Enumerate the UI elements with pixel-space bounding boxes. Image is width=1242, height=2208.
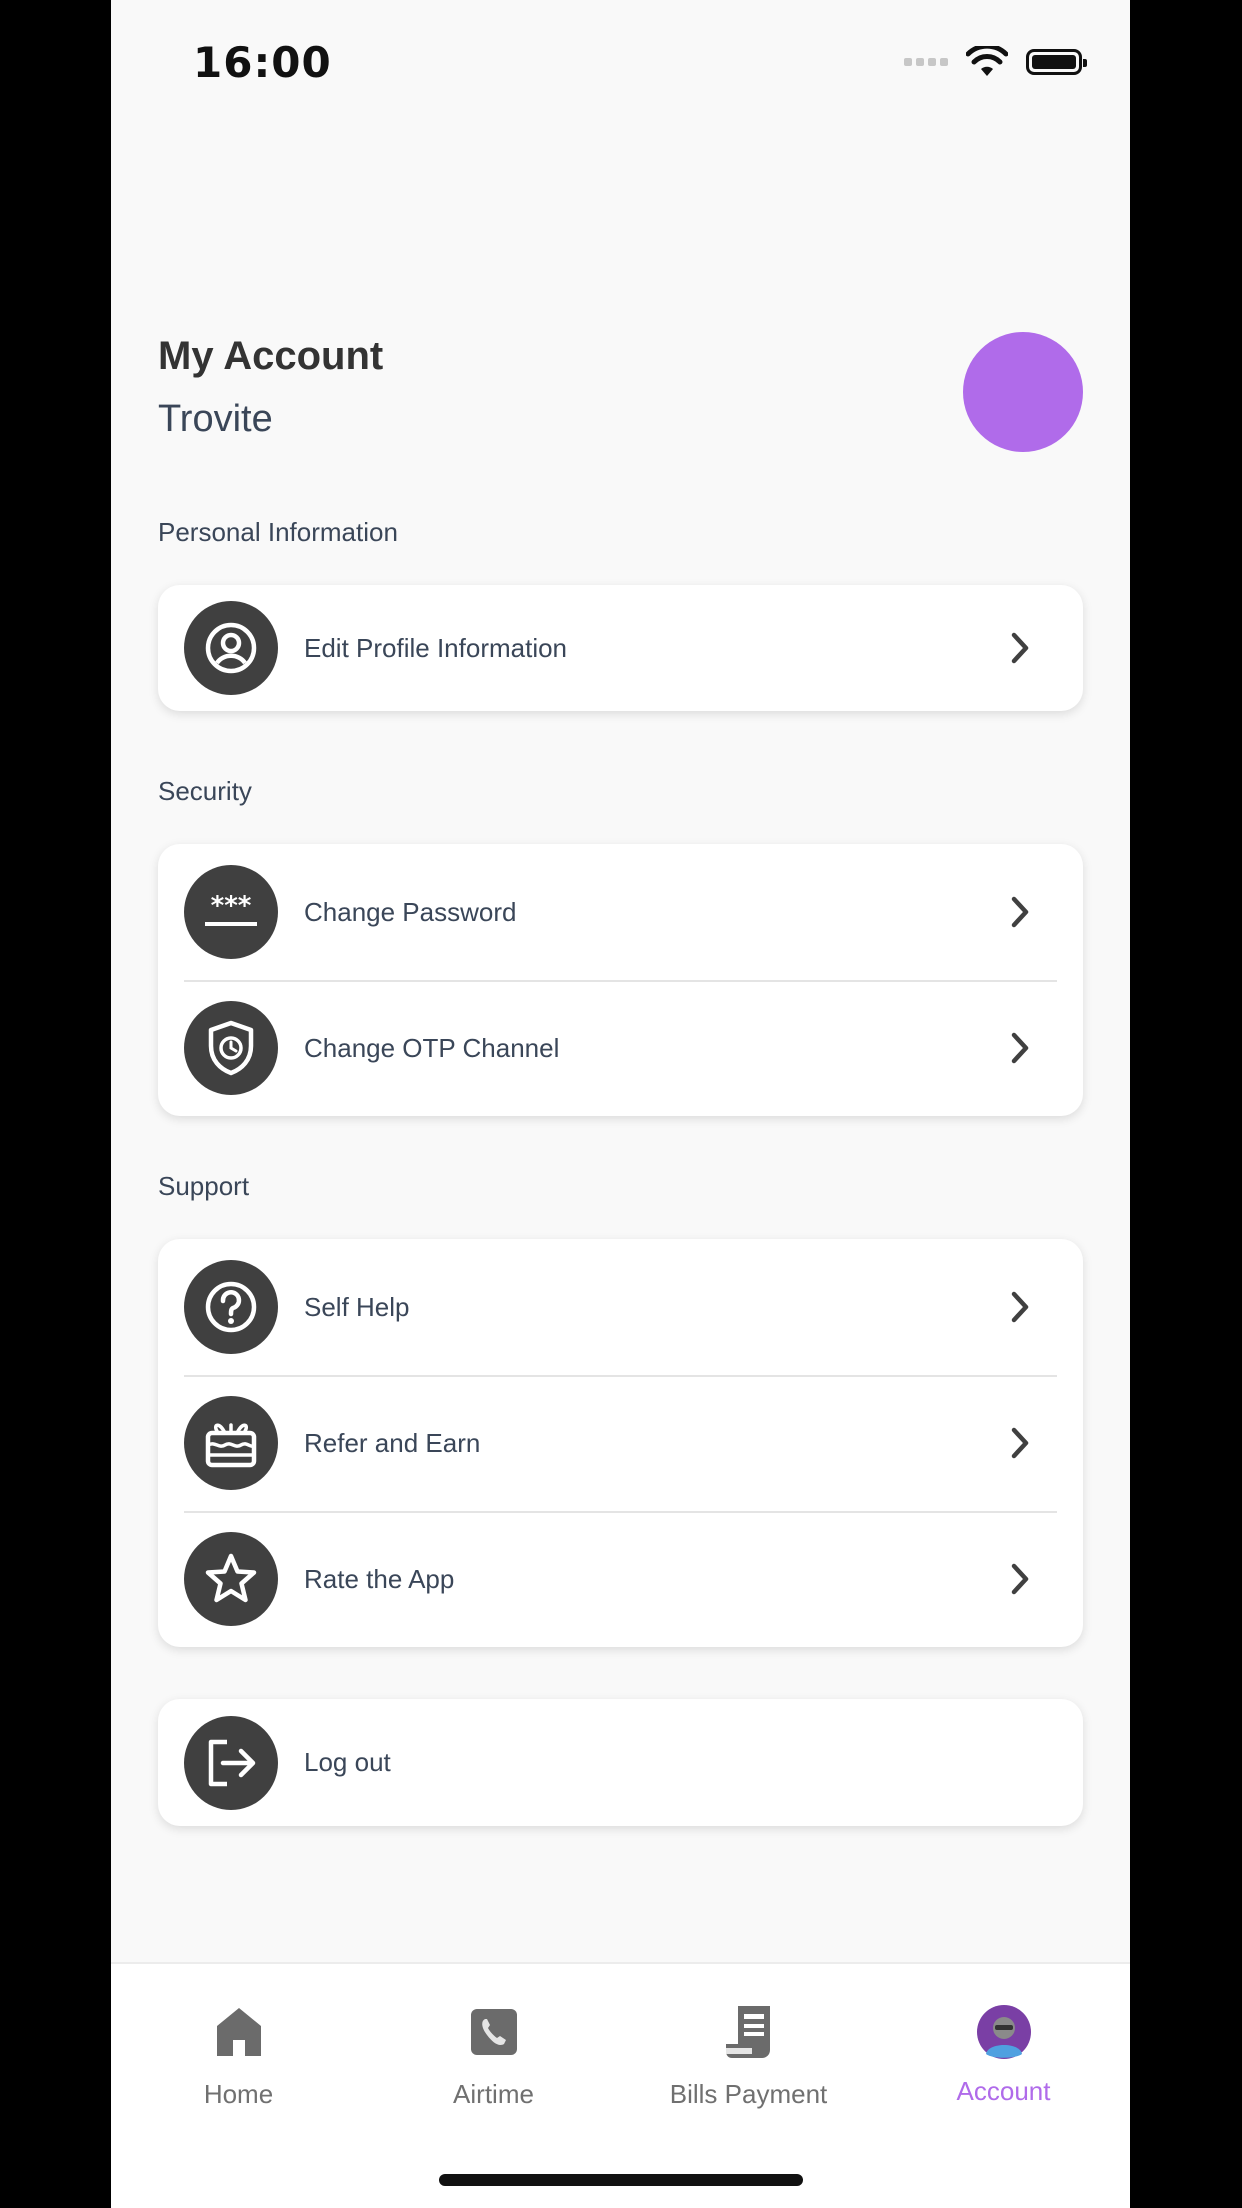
row-label: Change Password: [304, 896, 517, 927]
section-label-personal: Personal Information: [158, 517, 398, 547]
status-bar: 16:00: [111, 0, 1130, 130]
rate-app-row[interactable]: Rate the App: [158, 1511, 1083, 1647]
home-icon: [209, 2002, 269, 2062]
phone-icon: [464, 2002, 524, 2062]
chevron-right-icon: [1005, 1563, 1035, 1595]
svg-text:***: ***: [211, 892, 252, 921]
section-label-security: Security: [158, 776, 252, 806]
chevron-right-icon: [1005, 1291, 1035, 1323]
change-password-row[interactable]: *** Change Password: [158, 844, 1083, 980]
row-label: Change OTP Channel: [304, 1032, 560, 1063]
status-time: 16:00: [193, 38, 332, 87]
security-card: *** Change Password Change OTP Channel: [158, 844, 1083, 1116]
home-indicator: [439, 2174, 803, 2186]
shield-clock-icon: [184, 1001, 278, 1095]
chevron-right-icon: [1005, 632, 1035, 664]
chevron-right-icon: [1005, 896, 1035, 928]
star-icon: [184, 1532, 278, 1626]
avatar-icon: [974, 2002, 1034, 2062]
row-label: Edit Profile Information: [304, 632, 568, 663]
battery-icon: [1026, 49, 1087, 75]
tab-airtime[interactable]: Airtime: [366, 1964, 621, 2164]
logout-icon: [184, 1715, 278, 1810]
logout-label: Log out: [304, 1747, 391, 1777]
page-title: My Account: [158, 334, 384, 378]
personal-card: Edit Profile Information: [158, 585, 1083, 711]
tab-label: Bills Payment: [669, 2079, 828, 2109]
user-circle-icon: [184, 601, 278, 695]
tab-label: Home: [203, 2079, 274, 2109]
refer-earn-row[interactable]: Refer and Earn: [158, 1375, 1083, 1511]
gift-icon: [184, 1396, 278, 1490]
receipt-icon: [719, 2002, 779, 2062]
avatar[interactable]: [963, 332, 1083, 452]
tab-label: Account: [956, 2076, 1051, 2106]
support-card: Self Help Refer and Earn Rate the App: [158, 1239, 1083, 1647]
username: Trovite: [158, 398, 273, 440]
cellular-signal-icon: [904, 58, 948, 66]
row-label: Self Help: [304, 1291, 410, 1322]
screen: 16:00 My Account Trovite Personal Inform…: [111, 0, 1130, 2208]
chevron-right-icon: [1005, 1427, 1035, 1459]
wifi-icon: [966, 46, 1008, 76]
tab-bar: Home Airtime Bills Payment Account: [111, 1962, 1130, 2208]
self-help-row[interactable]: Self Help: [158, 1239, 1083, 1375]
row-label: Refer and Earn: [304, 1427, 481, 1458]
logout-row[interactable]: Log out: [158, 1699, 1083, 1826]
tab-label: Airtime: [453, 2079, 534, 2109]
status-icons: [904, 46, 1087, 78]
tab-bills-payment[interactable]: Bills Payment: [621, 1964, 876, 2164]
tab-home[interactable]: Home: [111, 1964, 366, 2164]
tab-account[interactable]: Account: [876, 1964, 1130, 2164]
password-icon: ***: [184, 865, 278, 959]
row-label: Rate the App: [304, 1563, 455, 1594]
chevron-right-icon: [1005, 1032, 1035, 1064]
section-label-support: Support: [158, 1171, 250, 1201]
edit-profile-row[interactable]: Edit Profile Information: [158, 585, 1083, 711]
logout-card: Log out: [158, 1699, 1083, 1826]
question-icon: [184, 1260, 278, 1354]
change-otp-row[interactable]: Change OTP Channel: [158, 980, 1083, 1116]
